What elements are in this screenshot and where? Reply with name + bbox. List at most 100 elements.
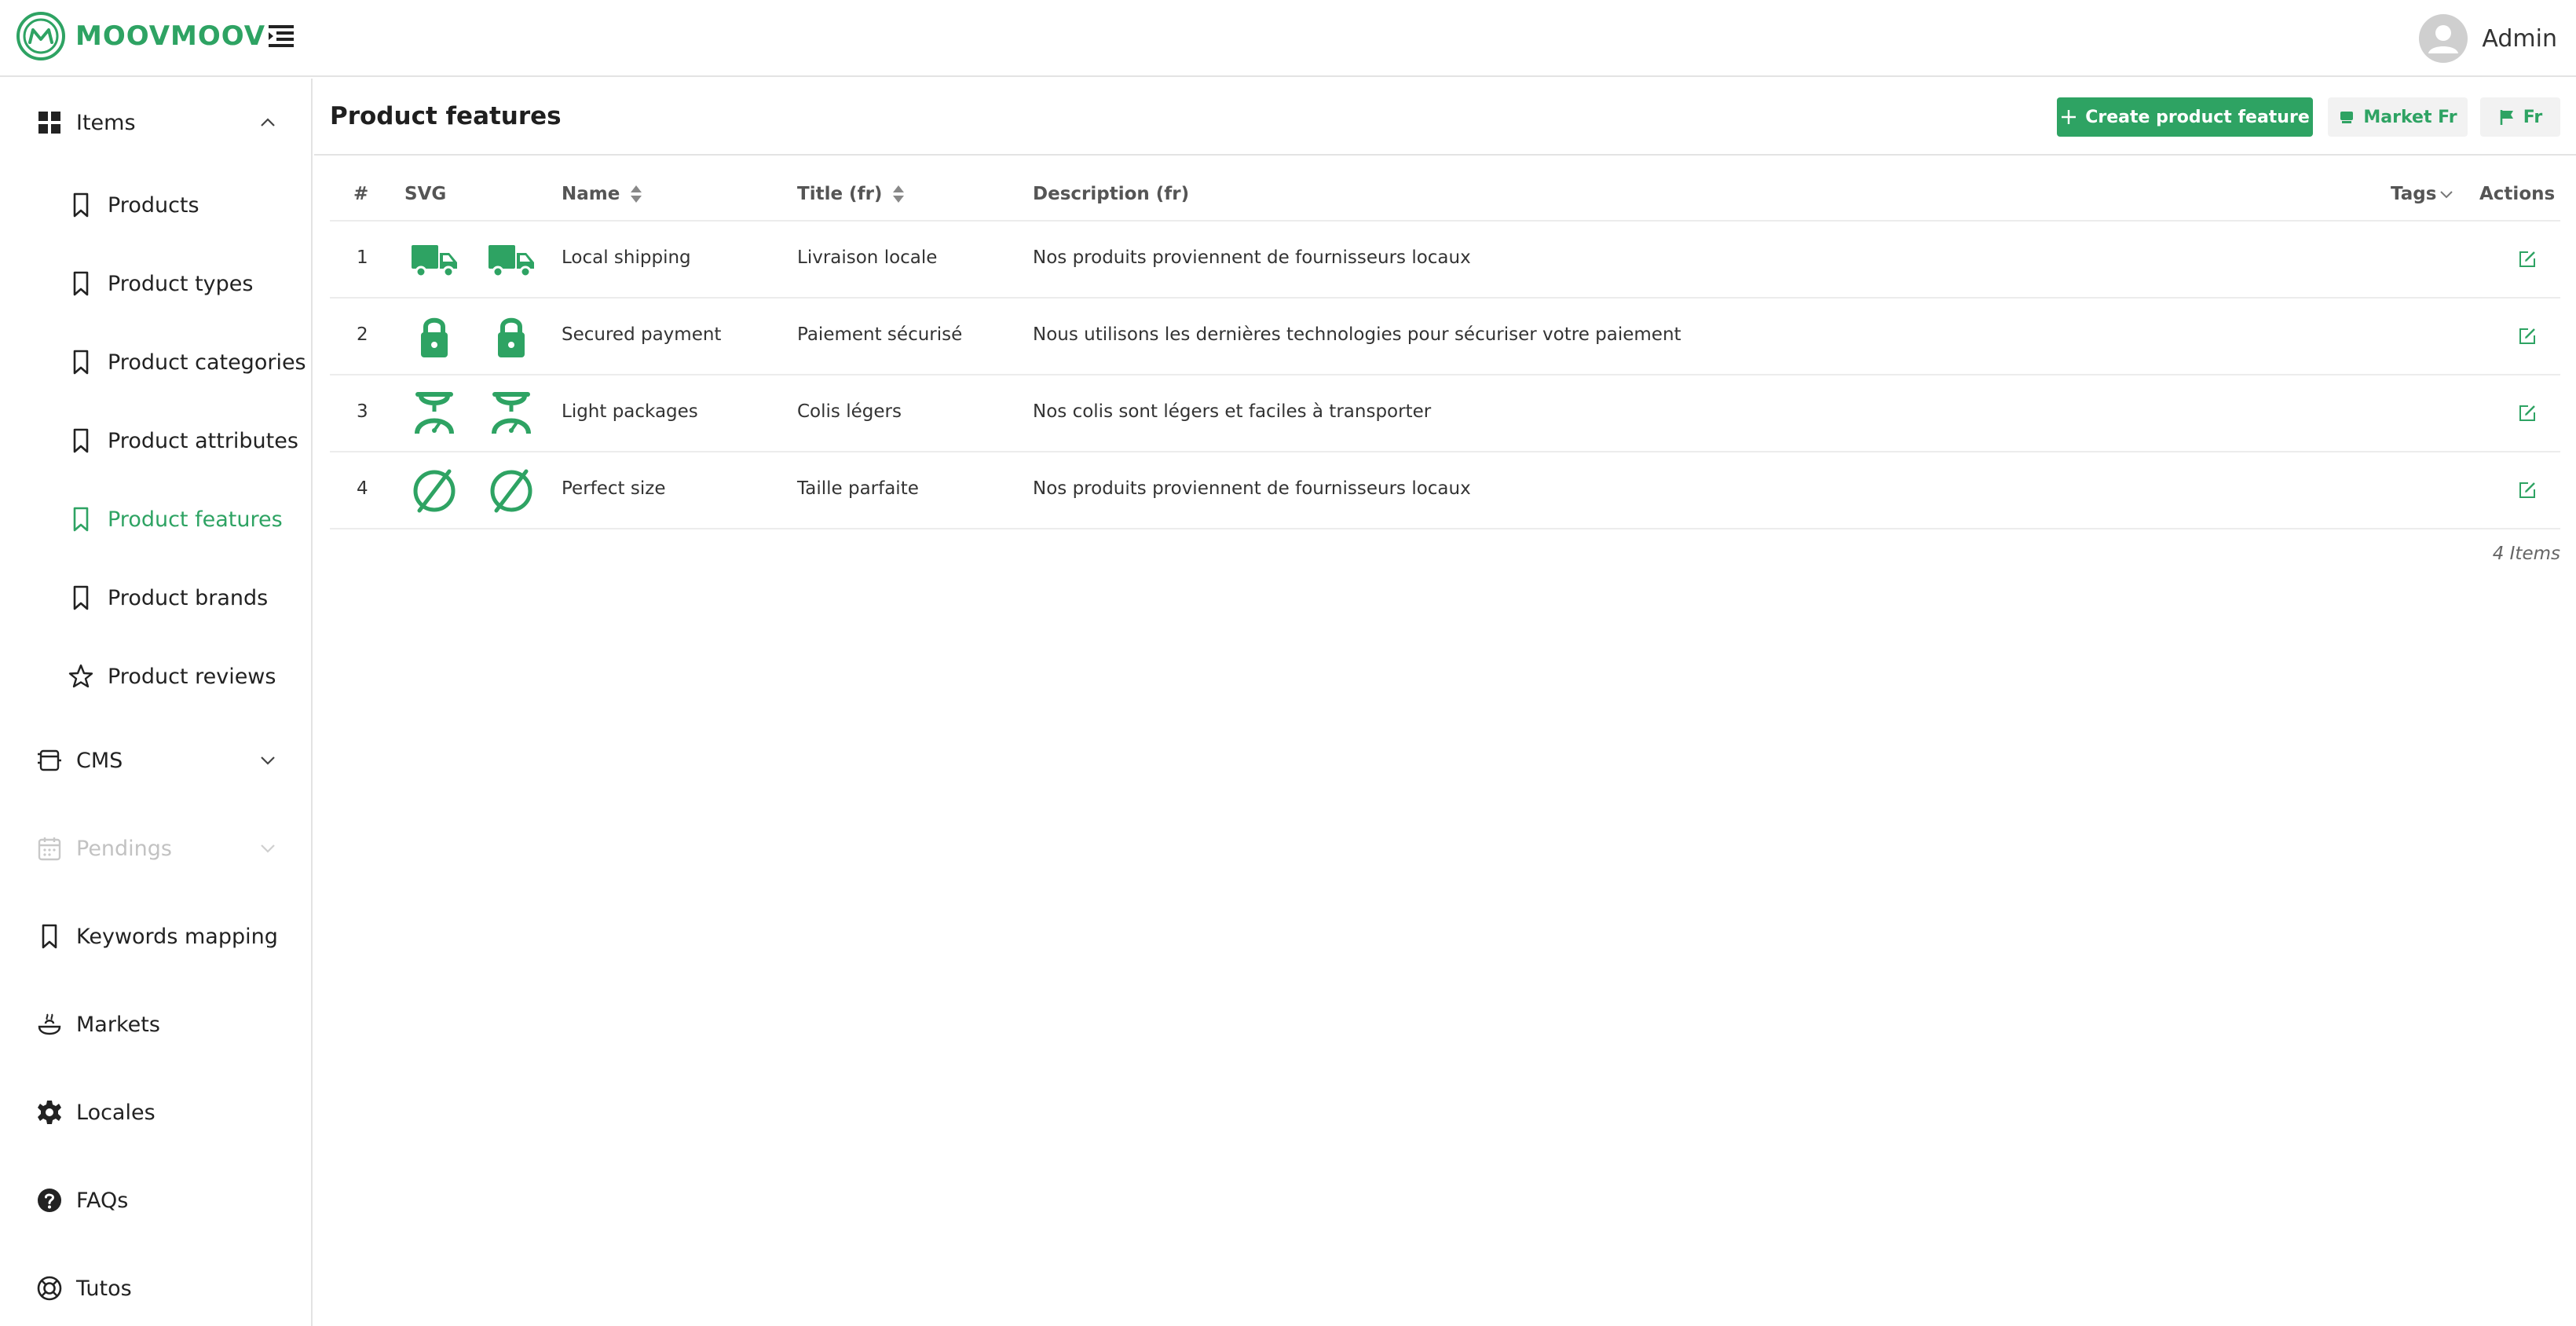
star-icon [68,663,94,690]
user-menu[interactable]: Admin [2419,14,2557,63]
bookmark-icon [36,923,63,950]
column-header-actions: Actions [2479,184,2556,204]
sidebar-item-label: Product brands [108,585,269,610]
main-content: Product features Create product feature … [314,79,2576,1326]
sidebar-item-cms[interactable]: CMS [0,733,311,788]
sidebar-item-tutos[interactable]: Tutos [0,1261,311,1316]
sidebar-item-label: Product attributes [108,428,298,453]
table-row: 4 Perfect size Taille parfaite Nos produ… [330,452,2560,529]
market-button-label: Market Fr [2363,107,2457,127]
chevron-down-icon [261,756,275,765]
gear-icon [36,1099,63,1126]
empty-set-icon [410,469,459,513]
sidebar-item-faqs[interactable]: FAQs [0,1173,311,1228]
row-index: 1 [357,247,368,268]
lock-icon [410,316,459,358]
sidebar-item-product-reviews[interactable]: Product reviews [0,649,311,704]
store-icon [2340,112,2354,123]
sidebar-item-label: Locales [76,1100,156,1125]
market-select-button[interactable]: Market Fr [2328,97,2468,137]
column-header-description: Description (fr) [1033,184,1190,204]
column-header-index: # [353,184,369,204]
sidebar-item-label: Items [76,110,136,135]
bookmark-icon [68,427,94,454]
edit-icon[interactable] [2518,327,2537,346]
sidebar-item-product-features[interactable]: Product features [0,492,311,547]
user-name: Admin [2482,24,2557,53]
row-description: Nos produits proviennent de fournisseurs… [1033,247,1471,268]
locale-button-label: Fr [2523,107,2543,127]
cms-icon [36,747,63,774]
chevron-up-icon [261,118,275,126]
sidebar-item-label: FAQs [76,1188,129,1213]
column-header-name[interactable]: Name [562,184,643,204]
sidebar-item-label: Markets [76,1012,160,1037]
calendar-icon [36,835,63,862]
menu-collapse-icon[interactable] [265,20,297,52]
scale-icon [410,392,459,435]
row-index: 3 [357,401,368,422]
row-title: Colis légers [797,401,902,422]
sidebar-item-keywords-mapping[interactable]: Keywords mapping [0,909,311,964]
row-index: 2 [357,324,368,345]
bookmark-icon [68,584,94,611]
sidebar-item-locales[interactable]: Locales [0,1085,311,1140]
row-name: Light packages [562,401,698,422]
plus-icon [2062,110,2077,124]
locale-select-button[interactable]: Fr [2480,97,2560,137]
row-name: Perfect size [562,478,666,499]
sort-icon [631,185,642,203]
row-name: Local shipping [562,247,691,268]
create-product-feature-button[interactable]: Create product feature [2057,97,2313,137]
edit-icon[interactable] [2518,404,2537,423]
table-row: 2 Secured payment Paiement sécurisé Nous… [330,299,2560,375]
bookmark-icon [68,270,94,297]
sidebar-item-product-attributes[interactable]: Product attributes [0,413,311,468]
chevron-down-icon [261,844,275,853]
user-avatar-icon [2419,14,2468,63]
edit-icon[interactable] [2518,481,2537,500]
flag-icon [2500,110,2513,125]
empty-set-icon [487,469,536,513]
sidebar-item-label: Keywords mapping [76,924,278,949]
scale-icon [487,392,536,435]
column-header-title[interactable]: Title (fr) [797,184,906,204]
row-name: Secured payment [562,324,722,345]
create-button-label: Create product feature [2085,107,2310,127]
sidebar-item-label: Tutos [76,1276,132,1301]
divider [314,154,2576,156]
brand-logo[interactable]: MOOVMOOV [16,11,265,61]
bookmark-icon [68,192,94,218]
row-title: Taille parfaite [797,478,919,499]
sidebar-item-markets[interactable]: Markets [0,997,311,1052]
table-row: 3 Light packages Colis légers Nos colis … [330,375,2560,452]
page-title: Product features [330,102,562,130]
sidebar-item-label: Product features [108,507,283,532]
items-count: 4 Items [2492,544,2560,564]
chevron-down-icon [2440,191,2453,199]
sidebar-item-items[interactable]: Items [0,95,311,150]
bookmark-icon [68,506,94,533]
market-icon [36,1011,63,1038]
question-icon [36,1187,63,1214]
truck-icon [410,239,459,281]
grid-icon [36,109,63,136]
sidebar-item-product-categories[interactable]: Product categories [0,335,311,390]
edit-icon[interactable] [2518,250,2537,269]
row-description: Nos colis sont légers et faciles à trans… [1033,401,1432,422]
sidebar-item-label: Product categories [108,350,306,375]
row-title: Paiement sécurisé [797,324,963,345]
row-description: Nous utilisons les dernières technologie… [1033,324,1681,345]
truck-icon [487,239,536,281]
lock-icon [487,316,536,358]
column-header-svg: SVG [404,184,447,204]
table-header: # SVG Name Title (fr) Description (fr) T… [330,170,2560,222]
sidebar-item-product-types[interactable]: Product types [0,256,311,311]
top-header: MOOVMOOV Admin [0,0,2576,77]
column-header-tags[interactable]: Tags [2391,184,2455,204]
sidebar: Items Products Product types Product cat… [0,79,313,1326]
moovmoov-logo-icon [16,12,65,60]
sidebar-item-product-brands[interactable]: Product brands [0,570,311,625]
sidebar-item-products[interactable]: Products [0,178,311,233]
bookmark-icon [68,349,94,375]
